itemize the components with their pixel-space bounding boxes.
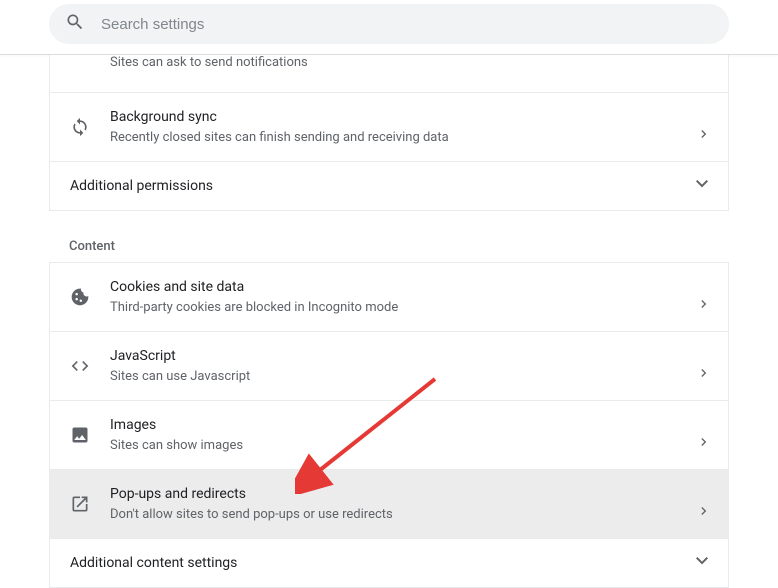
chevron-right-icon	[700, 123, 708, 131]
code-icon	[70, 356, 90, 376]
popups-row[interactable]: Pop-ups and redirects Don't allow sites …	[49, 470, 729, 539]
notifications-row-partial[interactable]: Sites can ask to send notifications	[49, 55, 729, 93]
background-sync-title: Background sync	[110, 107, 700, 127]
additional-permissions-row[interactable]: Additional permissions	[49, 162, 729, 211]
sync-icon	[70, 117, 90, 137]
notifications-subtitle: Sites can ask to send notifications	[110, 55, 308, 70]
additional-permissions-label: Additional permissions	[70, 178, 213, 194]
search-icon	[65, 12, 85, 36]
chevron-right-icon	[700, 500, 708, 508]
background-sync-subtitle: Recently closed sites can finish sending…	[110, 129, 700, 147]
cookies-subtitle: Third-party cookies are blocked in Incog…	[110, 299, 700, 317]
popups-subtitle: Don't allow sites to send pop-ups or use…	[110, 506, 700, 524]
search-bar[interactable]	[49, 4, 729, 44]
popups-title: Pop-ups and redirects	[110, 484, 700, 504]
cookies-row[interactable]: Cookies and site data Third-party cookie…	[49, 262, 729, 332]
javascript-title: JavaScript	[110, 346, 700, 366]
content-section-header: Content	[49, 211, 729, 262]
javascript-row[interactable]: JavaScript Sites can use Javascript	[49, 332, 729, 401]
additional-content-label: Additional content settings	[70, 555, 237, 571]
chevron-right-icon	[700, 362, 708, 370]
cookies-title: Cookies and site data	[110, 277, 700, 297]
images-title: Images	[110, 415, 700, 435]
chevron-right-icon	[700, 431, 708, 439]
images-row[interactable]: Images Sites can show images	[49, 401, 729, 470]
settings-content: Sites can ask to send notifications Back…	[49, 55, 729, 588]
chevron-down-icon	[696, 178, 708, 194]
additional-content-row[interactable]: Additional content settings	[49, 539, 729, 588]
background-sync-row[interactable]: Background sync Recently closed sites ca…	[49, 93, 729, 162]
popup-icon	[70, 494, 90, 514]
cookie-icon	[70, 287, 90, 307]
javascript-subtitle: Sites can use Javascript	[110, 368, 700, 386]
images-subtitle: Sites can show images	[110, 437, 700, 455]
image-icon	[70, 425, 90, 445]
chevron-down-icon	[696, 555, 708, 571]
chevron-right-icon	[700, 293, 708, 301]
search-input[interactable]	[101, 16, 713, 33]
